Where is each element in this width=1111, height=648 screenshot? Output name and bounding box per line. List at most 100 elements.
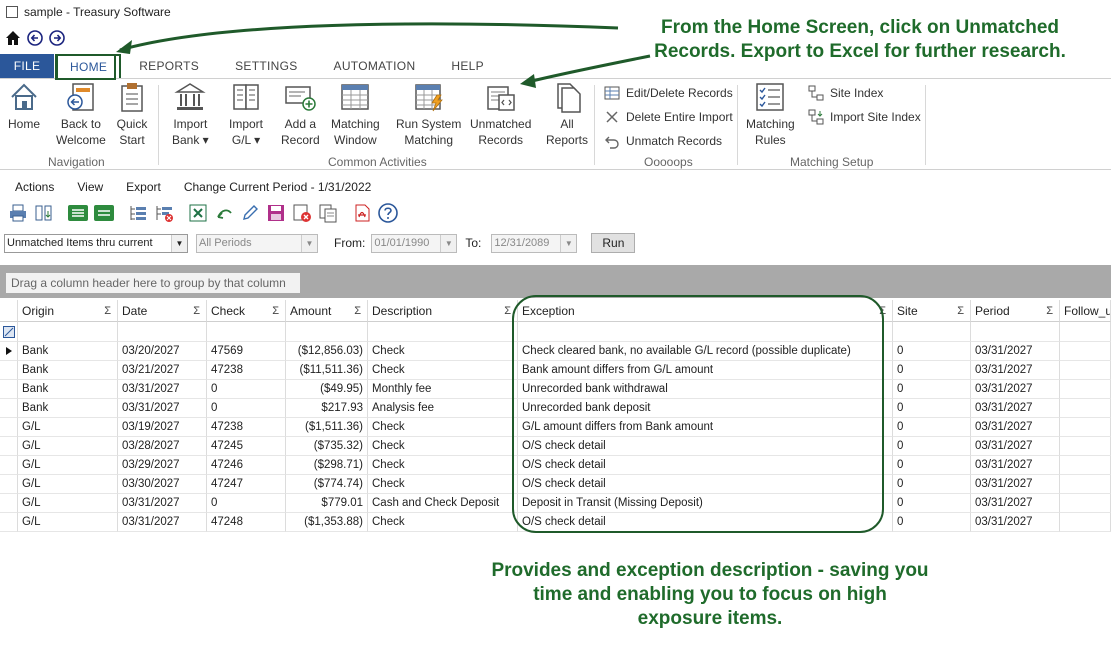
- filter-cell-date[interactable]: [118, 322, 207, 342]
- row-selector[interactable]: [0, 399, 18, 418]
- to-date-field[interactable]: 12/31/2089 ▼: [491, 233, 578, 253]
- run-button[interactable]: Run: [591, 233, 636, 253]
- tab-settings[interactable]: SETTINGS: [217, 54, 315, 78]
- sum-icon[interactable]: Σ: [104, 305, 111, 317]
- chevron-down-icon: ▼: [440, 234, 457, 252]
- chevron-down-icon: ▼: [560, 234, 577, 252]
- collapse-all-icon[interactable]: [92, 201, 116, 225]
- filter-cell-amount[interactable]: [286, 322, 368, 342]
- menu-export[interactable]: Export: [111, 180, 169, 194]
- from-date-field[interactable]: 01/01/1990 ▼: [371, 233, 458, 253]
- column-header-period[interactable]: Period Σ: [971, 300, 1060, 322]
- sum-icon[interactable]: Σ: [272, 305, 279, 317]
- filter-cell-origin[interactable]: [18, 322, 118, 342]
- row-selector[interactable]: [0, 513, 18, 532]
- import-gl-button[interactable]: Import G/L ▾: [229, 81, 263, 148]
- sum-icon[interactable]: Σ: [354, 305, 361, 317]
- matching-window-button[interactable]: Matching Window: [331, 81, 380, 148]
- add-record-button[interactable]: Add a Record: [281, 81, 320, 148]
- column-header-label: Amount: [290, 303, 332, 318]
- report-select[interactable]: Unmatched Items thru current ▼: [4, 233, 188, 253]
- undo-arrow-icon[interactable]: [212, 201, 236, 225]
- filter-cell-period[interactable]: [971, 322, 1060, 342]
- column-header-origin[interactable]: Origin Σ: [18, 300, 118, 322]
- import-site-index-button[interactable]: Import Site Index: [808, 107, 921, 127]
- x-icon: [606, 111, 618, 123]
- menu-actions[interactable]: Actions: [0, 180, 62, 194]
- cell-origin: G/L: [18, 437, 118, 456]
- filter-cell-site[interactable]: [893, 322, 971, 342]
- menu-view[interactable]: View: [62, 180, 111, 194]
- undo-icon: [605, 136, 619, 149]
- filter-row-icon[interactable]: [0, 322, 18, 342]
- tab-reports[interactable]: REPORTS: [121, 54, 217, 78]
- all-reports-label-2: Reports: [546, 133, 589, 147]
- sum-icon[interactable]: Σ: [504, 305, 511, 317]
- row-selector[interactable]: [0, 361, 18, 380]
- run-system-matching-button[interactable]: Run System Matching: [396, 81, 461, 148]
- filter-cell-description[interactable]: [368, 322, 518, 342]
- column-header-date[interactable]: Date Σ: [118, 300, 207, 322]
- column-header-site[interactable]: Site Σ: [893, 300, 971, 322]
- matching-rules-button[interactable]: Matching Rules: [746, 81, 795, 148]
- sum-icon[interactable]: Σ: [193, 305, 200, 317]
- cell-period: 03/31/2027: [971, 418, 1060, 437]
- back-icon[interactable]: [26, 29, 44, 47]
- all-reports-button[interactable]: All Reports: [546, 81, 588, 148]
- row-selector[interactable]: [0, 437, 18, 456]
- pdf-icon[interactable]: [350, 201, 374, 225]
- delete-entire-import-button[interactable]: Delete Entire Import: [604, 107, 733, 127]
- excel-export-icon[interactable]: [186, 201, 210, 225]
- back-to-welcome-button[interactable]: Back to Welcome: [56, 81, 106, 148]
- row-selector[interactable]: [0, 456, 18, 475]
- cell-description: Check: [368, 513, 518, 532]
- site-index-button[interactable]: Site Index: [808, 83, 883, 103]
- delete-import-label: Delete Entire Import: [626, 110, 733, 124]
- import-bank-button[interactable]: Import Bank ▾: [172, 81, 209, 148]
- filter-cell-follow-up[interactable]: [1060, 322, 1111, 342]
- period-select[interactable]: All Periods ▼: [196, 233, 318, 253]
- matching-window-label-2: Window: [334, 133, 377, 147]
- tab-help[interactable]: HELP: [433, 54, 502, 78]
- column-chooser-icon[interactable]: [32, 201, 56, 225]
- tree-list-icon[interactable]: [126, 201, 150, 225]
- group-separator: [594, 85, 595, 165]
- tree-delete-icon[interactable]: [152, 201, 176, 225]
- row-selector[interactable]: [0, 475, 18, 494]
- unmatched-records-label-2: Records: [478, 133, 524, 147]
- sum-icon[interactable]: Σ: [957, 305, 964, 317]
- edit-delete-records-button[interactable]: Edit/Delete Records: [604, 83, 733, 103]
- column-header-label: Description: [372, 303, 433, 318]
- quick-start-button[interactable]: Quick Start: [116, 81, 148, 148]
- expand-all-icon[interactable]: [66, 201, 90, 225]
- row-selector[interactable]: [0, 494, 18, 513]
- copy-icon[interactable]: [316, 201, 340, 225]
- current-row-indicator-icon[interactable]: [0, 342, 18, 361]
- save-icon[interactable]: [264, 201, 288, 225]
- group-by-panel[interactable]: Drag a column header here to group by th…: [0, 265, 1111, 298]
- tab-file[interactable]: FILE: [0, 54, 54, 78]
- menu-change-period[interactable]: Change Current Period - 1/31/2022: [169, 180, 379, 194]
- help-icon[interactable]: [376, 201, 400, 225]
- home-button[interactable]: Home: [8, 81, 40, 132]
- column-header-check[interactable]: Check Σ: [207, 300, 286, 322]
- sum-icon[interactable]: Σ: [1046, 305, 1053, 317]
- row-selector[interactable]: [0, 380, 18, 399]
- tab-automation[interactable]: AUTOMATION: [316, 54, 434, 78]
- unmatch-records-button[interactable]: Unmatch Records: [604, 131, 722, 151]
- print-icon[interactable]: [6, 201, 30, 225]
- cell-follow-up: [1060, 456, 1111, 475]
- delete-record-icon[interactable]: [290, 201, 314, 225]
- reports-icon: [557, 83, 581, 113]
- home-icon[interactable]: [4, 29, 22, 47]
- period-select-value: All Periods: [199, 237, 252, 249]
- row-selector[interactable]: [0, 418, 18, 437]
- column-header-follow-up[interactable]: Follow_u: [1060, 300, 1111, 322]
- edit-delete-label: Edit/Delete Records: [626, 86, 733, 100]
- unmatched-records-button[interactable]: Unmatched Records: [470, 81, 531, 148]
- column-header-description[interactable]: Description Σ: [368, 300, 518, 322]
- filter-cell-check[interactable]: [207, 322, 286, 342]
- column-header-amount[interactable]: Amount Σ: [286, 300, 368, 322]
- forward-icon[interactable]: [48, 29, 66, 47]
- pencil-icon[interactable]: [238, 201, 262, 225]
